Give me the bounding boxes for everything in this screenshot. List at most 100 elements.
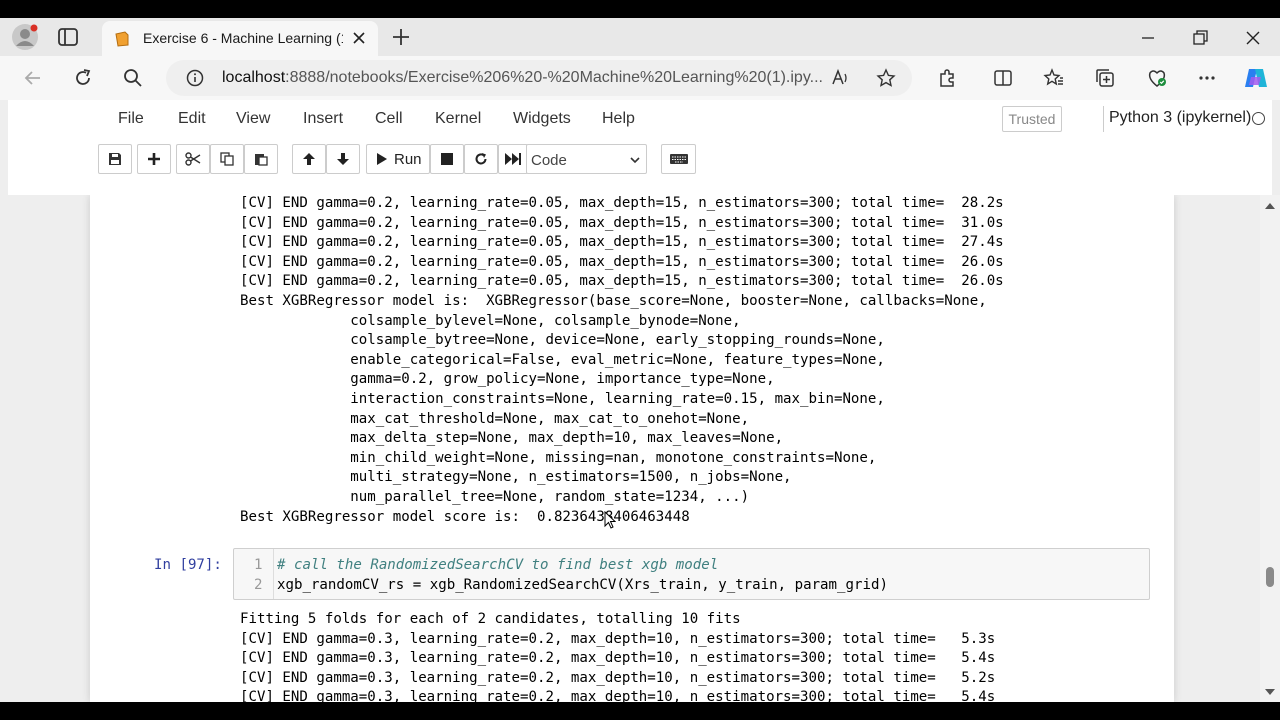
play-icon bbox=[377, 153, 387, 165]
insert-cell-button[interactable] bbox=[137, 144, 171, 174]
clipboard-icon bbox=[255, 154, 268, 166]
restore-icon[interactable] bbox=[1190, 28, 1210, 48]
output-line: [CV] END gamma=0.3, learning_rate=0.2, m… bbox=[240, 689, 996, 702]
output-line: Fitting 5 folds for each of 2 candidates… bbox=[240, 611, 741, 627]
output-line: [CV] END gamma=0.2, learning_rate=0.05, … bbox=[240, 234, 1004, 251]
output-line: colsample_bylevel=None, colsample_bynode… bbox=[240, 312, 741, 329]
plus-icon bbox=[148, 153, 160, 165]
interrupt-button[interactable] bbox=[430, 144, 464, 174]
restart-icon bbox=[475, 153, 487, 165]
output-line: interaction_constraints=None, learning_r… bbox=[240, 391, 885, 407]
arrow-up-icon bbox=[303, 153, 315, 165]
restart-kernel-button[interactable] bbox=[464, 144, 498, 174]
collections-icon[interactable] bbox=[1094, 67, 1116, 89]
add-favorite-star-icon[interactable] bbox=[876, 68, 896, 88]
profile-avatar-icon[interactable] bbox=[12, 24, 38, 50]
jupyter-header: File Edit View Insert Cell Kernel Widget… bbox=[8, 100, 1272, 195]
cell-type-value: Code bbox=[531, 152, 567, 169]
search-icon[interactable] bbox=[122, 67, 144, 89]
kernel-name[interactable]: Python 3 (ipykernel) bbox=[1109, 109, 1251, 127]
output-line: colsample_bytree=None, device=None, earl… bbox=[240, 332, 885, 349]
stop-icon bbox=[441, 153, 453, 165]
output-line: max_delta_step=None, max_depth=10, max_l… bbox=[240, 430, 784, 447]
url-field[interactable]: localhost:8888/notebooks/Exercise%206%20… bbox=[166, 60, 912, 96]
output-line: num_parallel_tree=None, random_state=123… bbox=[240, 489, 750, 505]
run-label: Run bbox=[394, 150, 422, 168]
output-line: [CV] END gamma=0.2, learning_rate=0.05, … bbox=[240, 195, 1004, 211]
close-tab-icon[interactable] bbox=[350, 29, 368, 47]
more-menu-icon[interactable] bbox=[1196, 67, 1218, 89]
cut-button[interactable] bbox=[176, 144, 210, 174]
menu-insert[interactable]: Insert bbox=[303, 110, 343, 128]
code-line: xgb_randomCV_rs = xgb_RandomizedSearchCV… bbox=[277, 577, 888, 593]
menu-edit[interactable]: Edit bbox=[178, 110, 206, 128]
notebook-container[interactable]: [CV] END gamma=0.2, learning_rate=0.05, … bbox=[0, 195, 1260, 702]
menu-kernel[interactable]: Kernel bbox=[435, 110, 481, 128]
tab-actions-icon[interactable] bbox=[56, 26, 80, 48]
chevron-down-icon bbox=[630, 157, 640, 164]
menu-widgets[interactable]: Widgets bbox=[513, 110, 571, 128]
menu-help[interactable]: Help bbox=[602, 110, 635, 128]
tab-title: Exercise 6 - Machine Learning (1) bbox=[143, 30, 343, 46]
info-icon[interactable] bbox=[186, 69, 204, 87]
output-line: Best XGBRegressor model is: XGBRegressor… bbox=[240, 293, 987, 309]
vertical-scrollbar[interactable] bbox=[1260, 195, 1280, 702]
copy-button[interactable] bbox=[210, 144, 244, 174]
output-line: multi_strategy=None, n_estimators=1500, … bbox=[240, 469, 792, 486]
arrow-down-icon bbox=[337, 153, 349, 165]
url-path: :8888/notebooks/Exercise%206%20-%20Machi… bbox=[285, 69, 822, 86]
output-line: min_child_weight=None, missing=nan, mono… bbox=[240, 449, 877, 466]
extensions-icon[interactable] bbox=[936, 67, 958, 89]
copy-icon bbox=[220, 152, 234, 166]
output-line: [CV] END gamma=0.3, learning_rate=0.2, m… bbox=[240, 650, 996, 667]
output-line: Best XGBRegressor model score is: 0.8236… bbox=[240, 508, 690, 525]
back-icon[interactable] bbox=[22, 67, 44, 89]
refresh-icon[interactable] bbox=[72, 67, 94, 89]
line-number-gutter: 1 2 bbox=[234, 549, 274, 599]
read-aloud-icon[interactable] bbox=[830, 68, 850, 88]
browser-essentials-icon[interactable] bbox=[1146, 67, 1168, 89]
paste-button[interactable] bbox=[244, 144, 278, 174]
code-comment: # call the RandomizedSearchCV to find be… bbox=[277, 557, 719, 573]
address-bar-row: localhost:8888/notebooks/Exercise%206%20… bbox=[0, 56, 1280, 100]
save-button[interactable] bbox=[98, 144, 132, 174]
menu-cell[interactable]: Cell bbox=[375, 110, 403, 128]
notebook-page: [CV] END gamma=0.2, learning_rate=0.05, … bbox=[90, 195, 1174, 702]
split-screen-icon[interactable] bbox=[992, 67, 1014, 89]
new-tab-icon[interactable] bbox=[390, 26, 412, 48]
cell-type-select[interactable]: Code bbox=[526, 144, 647, 174]
fast-forward-icon bbox=[505, 153, 521, 165]
menu-bar: File Edit View Insert Cell Kernel Widget… bbox=[98, 100, 1265, 138]
scroll-up-arrow-icon[interactable] bbox=[1264, 201, 1276, 211]
output-line: enable_categorical=False, eval_metric=No… bbox=[240, 351, 885, 368]
run-button[interactable]: Run bbox=[366, 144, 430, 174]
output-line: [CV] END gamma=0.3, learning_rate=0.2, m… bbox=[240, 630, 996, 647]
copilot-icon[interactable] bbox=[1243, 65, 1269, 91]
kernel-divider bbox=[1103, 106, 1104, 132]
command-palette-button[interactable] bbox=[661, 144, 696, 174]
mouse-cursor-icon bbox=[604, 511, 616, 529]
favorites-icon[interactable] bbox=[1043, 67, 1065, 89]
trusted-badge[interactable]: Trusted bbox=[1002, 106, 1062, 132]
code-cell-input[interactable]: 1 2 # call the RandomizedSearchCV to fin… bbox=[233, 548, 1150, 600]
tab-active[interactable]: Exercise 6 - Machine Learning (1) bbox=[102, 21, 378, 56]
restart-run-all-button[interactable] bbox=[498, 144, 528, 174]
minimize-icon[interactable] bbox=[1138, 28, 1158, 48]
output-line: [CV] END gamma=0.2, learning_rate=0.05, … bbox=[240, 273, 1004, 290]
keyboard-icon bbox=[669, 154, 688, 164]
close-window-icon[interactable] bbox=[1243, 28, 1263, 48]
save-icon bbox=[109, 153, 121, 165]
line-number: 1 bbox=[254, 557, 263, 573]
scroll-down-arrow-icon[interactable] bbox=[1264, 687, 1276, 697]
move-up-button[interactable] bbox=[292, 144, 326, 174]
scrollbar-thumb[interactable] bbox=[1266, 567, 1274, 587]
input-prompt: In [97]: bbox=[154, 557, 222, 573]
output-line: [CV] END gamma=0.2, learning_rate=0.05, … bbox=[240, 214, 1004, 231]
notebook-favicon-icon bbox=[115, 31, 129, 47]
output-line: gamma=0.2, grow_policy=None, importance_… bbox=[240, 371, 775, 388]
menu-file[interactable]: File bbox=[118, 110, 144, 128]
move-down-button[interactable] bbox=[326, 144, 360, 174]
scissors-icon bbox=[185, 152, 201, 166]
menu-view[interactable]: View bbox=[236, 110, 270, 128]
output-line: [CV] END gamma=0.3, learning_rate=0.2, m… bbox=[240, 669, 996, 686]
